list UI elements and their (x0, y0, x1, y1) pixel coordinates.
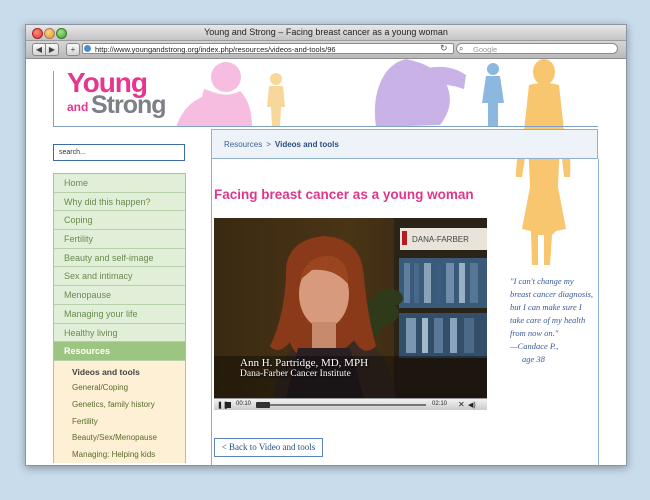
subnav-beauty-sex-menopause[interactable]: Beauty/Sex/Menopause (54, 430, 185, 447)
quote-age: age 38 (522, 354, 545, 364)
silhouette-blue-small (482, 63, 504, 127)
video-caption-name: Ann H. Partridge, MD, MPH (240, 357, 369, 369)
browser-window: Young and Strong – Facing breast cancer … (25, 24, 627, 466)
main-rule-right (598, 159, 599, 465)
back-to-videos-button[interactable]: < Back to Video and tools (214, 438, 323, 457)
subnav-general-coping[interactable]: General/Coping (54, 380, 185, 397)
logo-strong: Strong (91, 91, 167, 119)
nav-item-fertility[interactable]: Fertility (54, 230, 185, 249)
sidebar-nav: Home Why did this happen? Coping Fertili… (53, 173, 186, 464)
site-search-input[interactable]: search... (53, 144, 185, 161)
site-logo[interactable]: Young and Strong (67, 69, 167, 118)
header-rule-left (53, 71, 54, 126)
testimonial-quote: "I can't change my breast cancer diagnos… (510, 275, 594, 366)
breadcrumb: Resources > Videos and tools (211, 129, 598, 159)
subnav-genetics[interactable]: Genetics, family history (54, 397, 185, 414)
silhouette-yellow-small (267, 73, 285, 127)
sign-text: DANA-FARBER (412, 235, 469, 244)
nav-item-home[interactable]: Home (54, 174, 185, 193)
time-elapsed: 00:10 (236, 401, 252, 407)
reload-icon[interactable]: ↻ (440, 43, 448, 54)
time-total: 02:10 (432, 401, 448, 407)
volume-icon[interactable]: ◀) (468, 401, 476, 409)
window-title: Young and Strong – Facing breast cancer … (204, 27, 448, 37)
video-player[interactable]: DANA-FARBER Ann H. Partridge, MD, MPH Da… (214, 218, 487, 410)
nav-item-beauty[interactable]: Beauty and self-image (54, 248, 185, 268)
nav-item-coping[interactable]: Coping (54, 211, 185, 231)
nav-item-sex[interactable]: Sex and intimacy (54, 267, 185, 287)
title-bar: Young and Strong – Facing breast cancer … (26, 25, 626, 41)
silhouette-purple-woman (374, 59, 466, 127)
subnav-helping-kids[interactable]: Managing: Helping kids (54, 447, 185, 464)
video-scrubber[interactable] (256, 404, 426, 406)
sign-logo-mark (402, 231, 407, 245)
nav-item-resources[interactable]: Resources (54, 342, 185, 361)
nav-item-managing[interactable]: Managing your life (54, 304, 185, 324)
breadcrumb-separator: > (266, 140, 271, 149)
logo-and: and (67, 100, 89, 114)
search-icon: ⌕ (459, 44, 464, 53)
breadcrumb-resources-link[interactable]: Resources (224, 140, 262, 149)
stop-icon[interactable] (225, 402, 231, 408)
address-bar[interactable]: http://www.youngandstrong.org/index.php/… (82, 43, 454, 54)
add-bookmark-button[interactable]: + (66, 43, 80, 56)
browser-search-input[interactable]: Google (456, 43, 618, 54)
breadcrumb-current: Videos and tools (274, 140, 339, 149)
subnav-fertility[interactable]: Fertility (54, 414, 185, 431)
nav-item-why[interactable]: Why did this happen? (54, 192, 185, 212)
nav-item-healthy[interactable]: Healthy living (54, 323, 185, 343)
bookshelf (399, 258, 487, 358)
close-player-icon[interactable]: ✕ (458, 400, 465, 409)
web-page: Young and Strong search... Home Why did … (26, 59, 626, 465)
video-controls: ❚❚ 00:10 02:10 ✕ ◀) (214, 398, 487, 410)
resources-subnav: Videos and tools General/Coping Genetics… (54, 360, 185, 464)
video-caption-org: Dana-Farber Cancer Institute (240, 369, 351, 379)
nav-item-menopause[interactable]: Menopause (54, 286, 185, 305)
main-rule-left (211, 159, 212, 465)
silhouette-orange-woman (516, 59, 571, 265)
globe-icon (84, 45, 91, 52)
quote-attribution: —Candace P., (510, 341, 559, 351)
quote-text: "I can't change my breast cancer diagnos… (510, 276, 594, 338)
header-rule-bottom (53, 126, 598, 127)
silhouette-pink-woman (176, 62, 252, 127)
forward-button[interactable]: ▶ (45, 43, 59, 56)
subnav-videos-tools[interactable]: Videos and tools (54, 364, 185, 381)
browser-toolbar: ◀ ▶ + http://www.youngandstrong.org/inde… (26, 41, 626, 59)
scrubber-thumb[interactable] (256, 402, 270, 408)
page-title: Facing breast cancer as a young woman (214, 187, 474, 202)
back-button[interactable]: ◀ (32, 43, 46, 56)
